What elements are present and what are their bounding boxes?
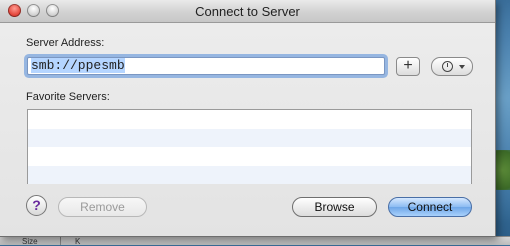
favorite-servers-list[interactable] xyxy=(27,109,472,184)
list-item[interactable] xyxy=(28,128,471,147)
help-button[interactable]: ? xyxy=(26,195,47,216)
plus-icon: + xyxy=(403,57,413,74)
clock-icon xyxy=(442,61,453,72)
list-item[interactable] xyxy=(28,147,471,166)
add-to-favorites-button[interactable]: + xyxy=(396,57,420,76)
chevron-down-icon xyxy=(459,65,465,69)
remove-button[interactable]: Remove xyxy=(58,197,147,217)
background-window-header: Size K xyxy=(0,236,510,246)
title-bar[interactable]: Connect to Server xyxy=(0,0,495,23)
kind-column-header: K xyxy=(75,237,81,246)
recent-servers-button[interactable] xyxy=(431,57,473,76)
favorite-servers-label: Favorite Servers: xyxy=(26,91,110,103)
browse-button[interactable]: Browse xyxy=(292,197,377,217)
column-separator xyxy=(60,237,61,245)
connect-to-server-window: Connect to Server Server Address: smb://… xyxy=(0,0,496,237)
server-address-label: Server Address: xyxy=(26,37,105,49)
list-item[interactable] xyxy=(28,165,471,184)
window-title: Connect to Server xyxy=(195,4,300,19)
list-item[interactable] xyxy=(28,110,471,129)
size-column-header: Size xyxy=(22,237,38,246)
server-address-value: smb://ppesmb xyxy=(31,58,125,73)
connect-button[interactable]: Connect xyxy=(388,197,472,217)
question-mark-icon: ? xyxy=(32,197,41,213)
server-address-input[interactable]: smb://ppesmb xyxy=(27,57,385,75)
